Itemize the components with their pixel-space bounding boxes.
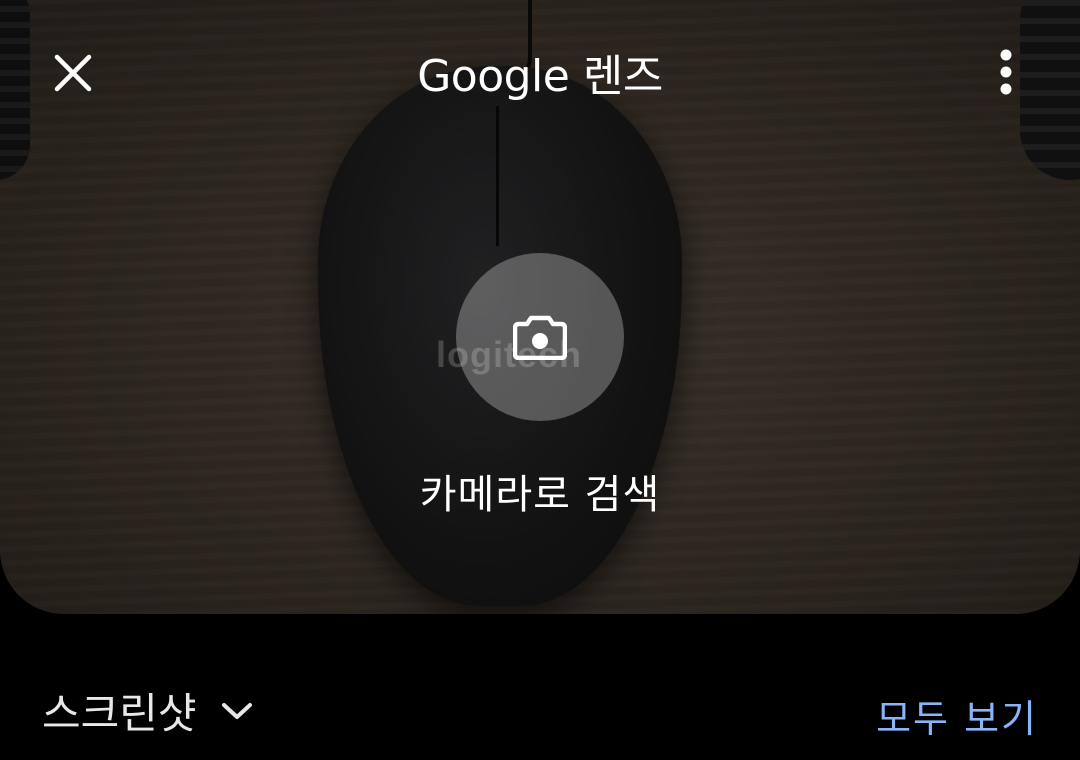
screenshots-dropdown[interactable]: 스크린샷 <box>42 680 253 741</box>
more-options-button[interactable] <box>986 44 1026 100</box>
chevron-down-icon <box>221 702 252 719</box>
camera-search-label: 카메라로 검색 <box>419 472 661 518</box>
camera-viewfinder: logitech Google 렌즈 카메라로 검색 <box>0 0 1080 614</box>
screenshots-label: 스크린샷 <box>42 689 197 738</box>
page-title: Google 렌즈 <box>417 51 663 102</box>
view-all-link[interactable]: 모두 보기 <box>876 688 1038 743</box>
more-vert-icon <box>1000 49 1012 95</box>
camera-icon <box>513 315 567 360</box>
camera-search-button[interactable] <box>456 253 624 421</box>
